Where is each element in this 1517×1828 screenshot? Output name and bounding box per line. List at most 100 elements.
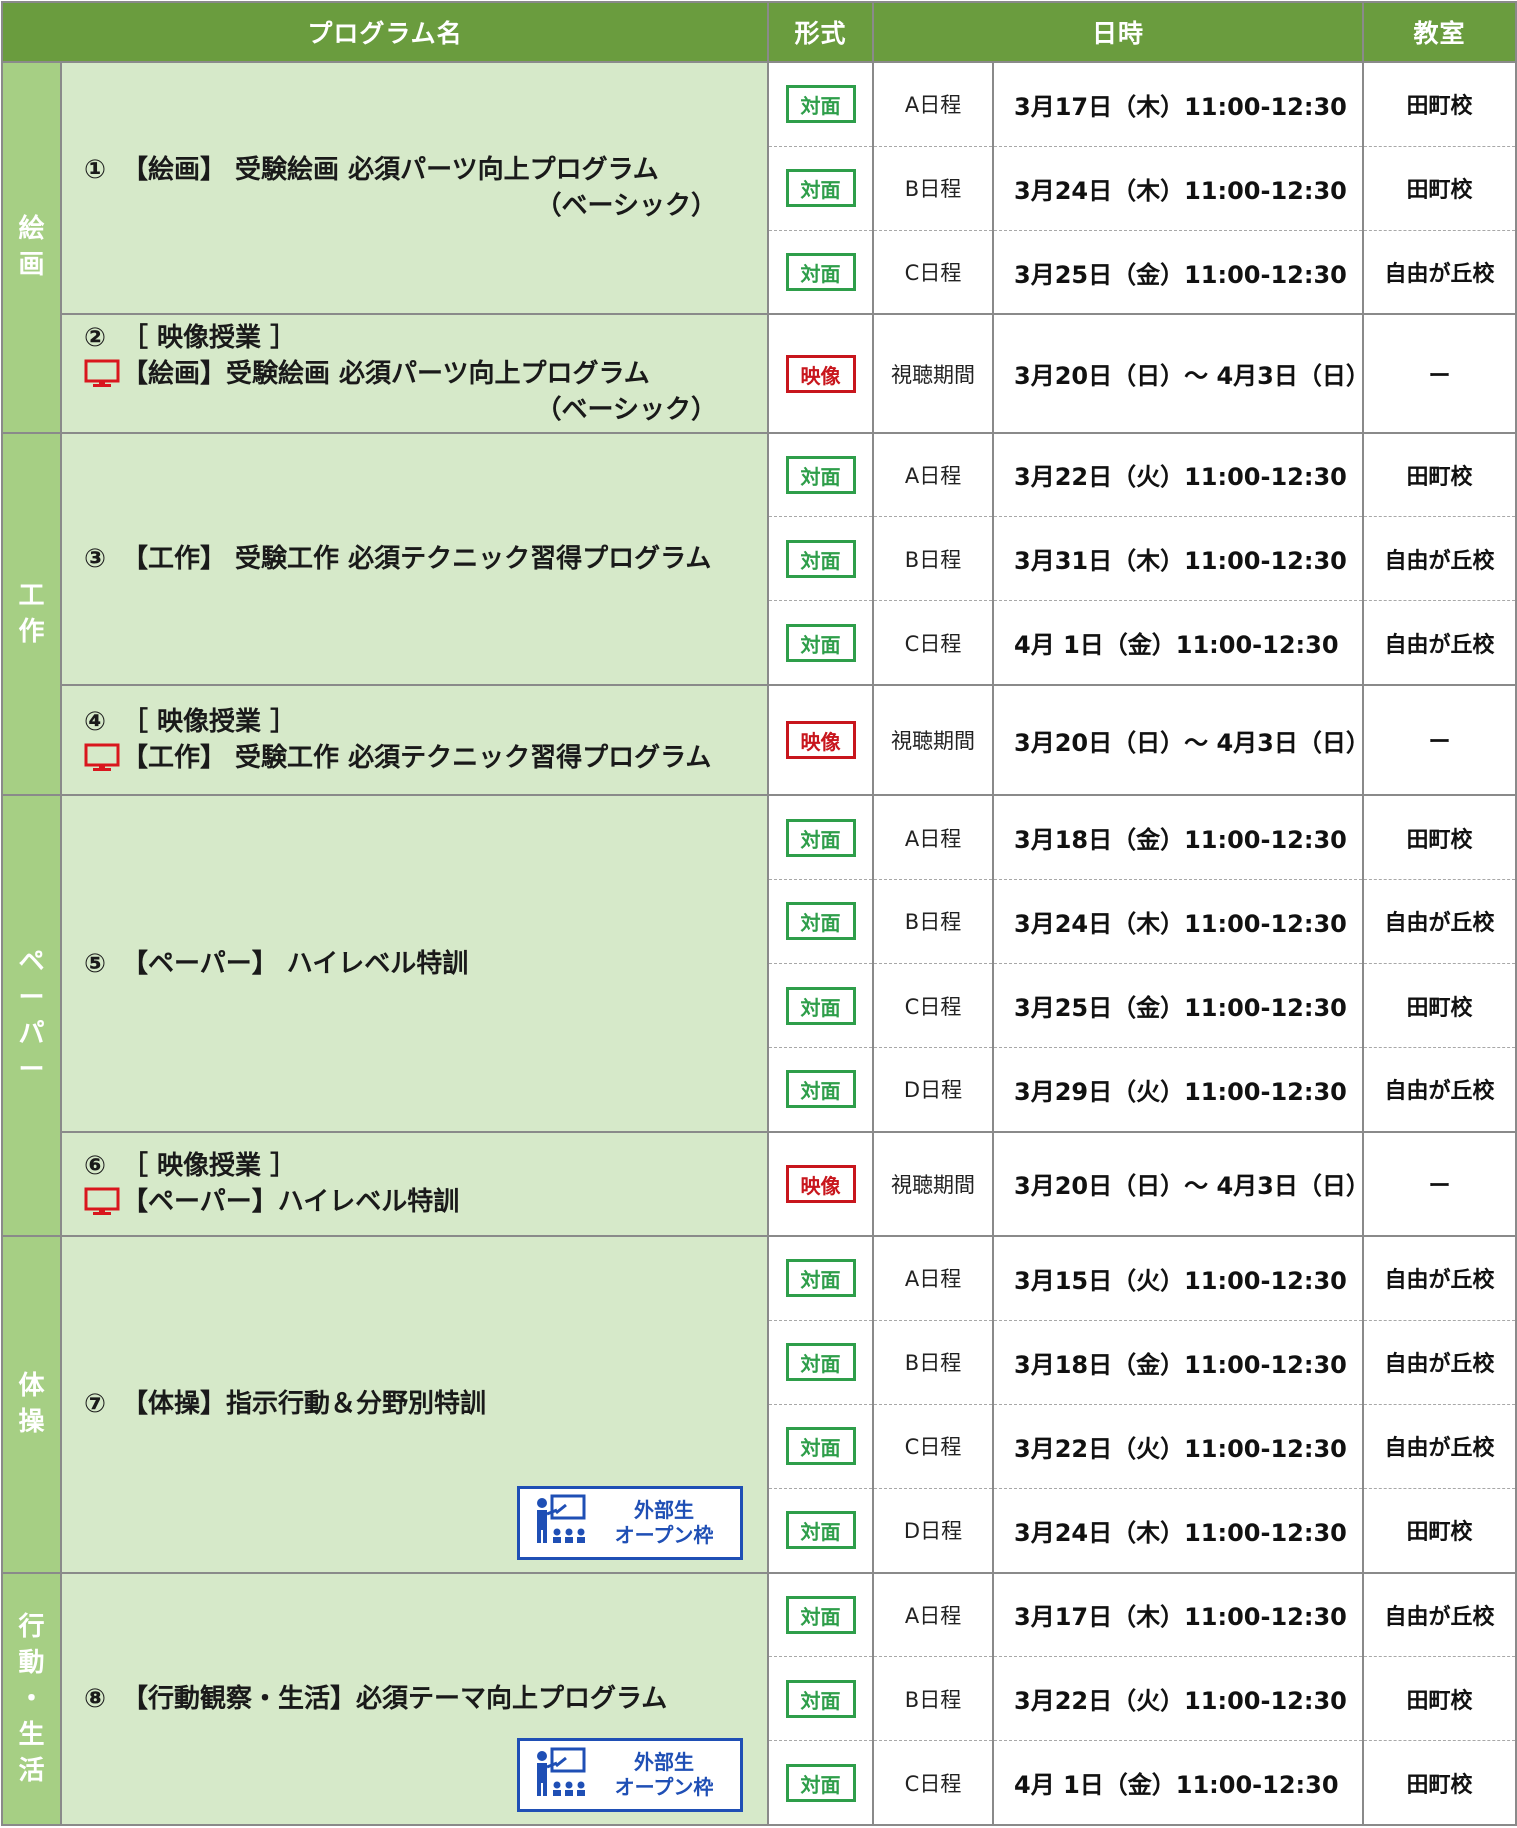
open-slot-badge: 外部生 オープン枠	[517, 1738, 744, 1812]
program-title-text: 【ペーパー】ハイレベル特訓	[122, 1186, 460, 1217]
session-label: A日程	[872, 1571, 995, 1658]
session-datetime: 3月22日（火）11:00-12:30	[992, 431, 1365, 518]
session-datetime: 3月20日（日）～ 4月3日（日）	[992, 313, 1370, 434]
session-room: 自由が丘校	[1362, 1047, 1517, 1133]
program-title-text: （ベーシック）	[535, 394, 718, 425]
in-person-format-badge: 対面	[785, 455, 856, 494]
category-char: 画	[18, 250, 45, 281]
format-cell: 対面	[767, 600, 875, 687]
program-name-line: 【工作】 受験工作 必須テクニック習得プログラム	[84, 740, 717, 776]
header-datetime: 日時	[872, 1, 1365, 63]
in-person-format-badge: 対面	[785, 1595, 856, 1634]
session-datetime: 3月18日（金）11:00-12:30	[992, 1319, 1365, 1405]
video-format-badge: 映像	[785, 721, 856, 760]
category-char: 作	[18, 616, 45, 647]
program-title-text: 【絵画】受験絵画 必須パーツ向上プログラム	[122, 358, 650, 389]
in-person-format-badge: 対面	[785, 169, 856, 208]
open-slot-badge: 外部生 オープン枠	[517, 1485, 744, 1560]
session-row: ④ ［ 映像授業 ］ 【工作】 受験工作 必須テクニック習得プログラム 映像 視聴期間 3…	[2, 684, 1517, 797]
category-char: 絵	[18, 214, 45, 245]
category-char: ペ	[18, 946, 45, 977]
session-label: A日程	[872, 1234, 995, 1321]
format-cell: 対面	[767, 1571, 875, 1658]
in-person-format-badge: 対面	[785, 1511, 856, 1550]
format-cell: 対面	[767, 229, 875, 316]
program-name-line: （ベーシック）	[84, 392, 717, 428]
session-datetime: 3月24日（木）11:00-12:30	[992, 145, 1365, 231]
session-room: 田町校	[1362, 1487, 1517, 1574]
category-cell: ペーパー	[1, 794, 62, 1237]
session-label: C日程	[872, 1740, 995, 1827]
session-room: 田町校	[1362, 145, 1517, 231]
session-datetime: 3月22日（火）11:00-12:30	[992, 1656, 1365, 1742]
session-label: D日程	[872, 1487, 995, 1574]
session-datetime: 3月31日（木）11:00-12:30	[992, 516, 1365, 602]
program-name-line: ③ 【工作】 受験工作 必須テクニック習得プログラム	[84, 541, 717, 577]
category-char: 生	[18, 1719, 45, 1750]
program-number: ⑦	[84, 1389, 107, 1420]
in-person-format-badge: 対面	[785, 1343, 856, 1382]
header-room: 教室	[1362, 1, 1517, 63]
category-char: ー	[18, 1054, 45, 1085]
session-label: 視聴期間	[872, 684, 995, 797]
session-datetime: 3月15日（火）11:00-12:30	[992, 1234, 1365, 1321]
program-title-text: 【絵画】 受験絵画 必須パーツ向上プログラム	[122, 155, 659, 186]
program-title-text: 【工作】 受験工作 必須テクニック習得プログラム	[122, 543, 712, 574]
program-name-line: ④ ［ 映像授業 ］	[84, 704, 717, 740]
program-number: ⑧	[84, 1683, 107, 1714]
monitor-icon	[84, 743, 122, 773]
program-name-line: （ベーシック）	[84, 188, 717, 224]
category-cell: 工作	[1, 431, 62, 797]
session-datetime: 4月 1日（金）11:00-12:30	[992, 1740, 1365, 1827]
in-person-format-badge: 対面	[785, 1427, 856, 1466]
schedule-page: プログラム名 形式 日時 教室 絵画 ① 【絵画】 受験絵画 必須パーツ向上プログラ…	[0, 0, 1517, 1828]
program-name-cell: ⑧ 【行動観察・生活】必須テーマ向上プログラム外部生 オープン枠	[59, 1571, 770, 1827]
header-format: 形式	[767, 1, 875, 63]
program-title-text: 【行動観察・生活】必須テーマ向上プログラム	[122, 1683, 668, 1714]
session-label: C日程	[872, 229, 995, 316]
program-number: ⑥	[84, 1150, 107, 1181]
session-label: B日程	[872, 145, 995, 231]
open-slot-text: 外部生 オープン枠	[588, 1750, 740, 1800]
program-number: ②	[84, 322, 107, 353]
program-name-cell: ⑥ ［ 映像授業 ］ 【ペーパー】ハイレベル特訓	[59, 1130, 770, 1237]
session-label: B日程	[872, 1319, 995, 1405]
session-room: 田町校	[1362, 60, 1517, 147]
program-title-text: 【体操】指示行動＆分野別特訓	[122, 1389, 487, 1420]
format-cell: 対面	[767, 962, 875, 1049]
program-name: ③ 【工作】 受験工作 必須テクニック習得プログラム	[62, 541, 767, 577]
in-person-format-badge: 対面	[785, 986, 856, 1025]
video-format-badge: 映像	[785, 1164, 856, 1203]
format-cell: 対面	[767, 1656, 875, 1742]
program-name-cell: ① 【絵画】 受験絵画 必須パーツ向上プログラム （ベーシック）	[59, 60, 770, 316]
program-title-text: 【工作】 受験工作 必須テクニック習得プログラム	[122, 743, 712, 774]
session-label: A日程	[872, 60, 995, 147]
session-datetime: 3月17日（木）11:00-12:30	[992, 60, 1365, 147]
open-slot-line1: 外部生	[634, 1497, 695, 1522]
program-title-text: （ベーシック）	[535, 191, 718, 222]
format-cell: 対面	[767, 794, 875, 880]
session-label: D日程	[872, 1047, 995, 1133]
category-char: 活	[18, 1755, 45, 1786]
category-cell: 行動・生活	[1, 1571, 62, 1827]
session-label: B日程	[872, 878, 995, 965]
header-program: プログラム名	[0, 1, 770, 63]
category-char: 操	[18, 1407, 45, 1438]
session-room: ー	[1362, 684, 1517, 797]
session-room: ー	[1362, 1130, 1517, 1237]
format-cell: 対面	[767, 1319, 875, 1405]
program-name-cell: ③ 【工作】 受験工作 必須テクニック習得プログラム	[59, 431, 770, 687]
in-person-format-badge: 対面	[785, 623, 856, 662]
format-cell: 対面	[767, 1487, 875, 1574]
session-room: 自由が丘校	[1362, 600, 1517, 687]
category-char: 体	[18, 1371, 45, 1402]
monitor-icon	[84, 359, 122, 389]
schedule-body: 絵画 ① 【絵画】 受験絵画 必須パーツ向上プログラム （ベーシック） 対面 A日程 3月1…	[1, 60, 1517, 1827]
program-title-text: ［ 映像授業 ］	[122, 1150, 297, 1181]
program-name-line: ⑧ 【行動観察・生活】必須テーマ向上プログラム	[84, 1681, 717, 1717]
teacher-presentation-icon	[520, 1493, 588, 1552]
program-number: ③	[84, 543, 107, 574]
video-format-badge: 映像	[785, 354, 856, 393]
program-name-cell: ⑦ 【体操】指示行動＆分野別特訓外部生 オープン枠	[59, 1234, 770, 1574]
session-room: 自由が丘校	[1362, 516, 1517, 602]
